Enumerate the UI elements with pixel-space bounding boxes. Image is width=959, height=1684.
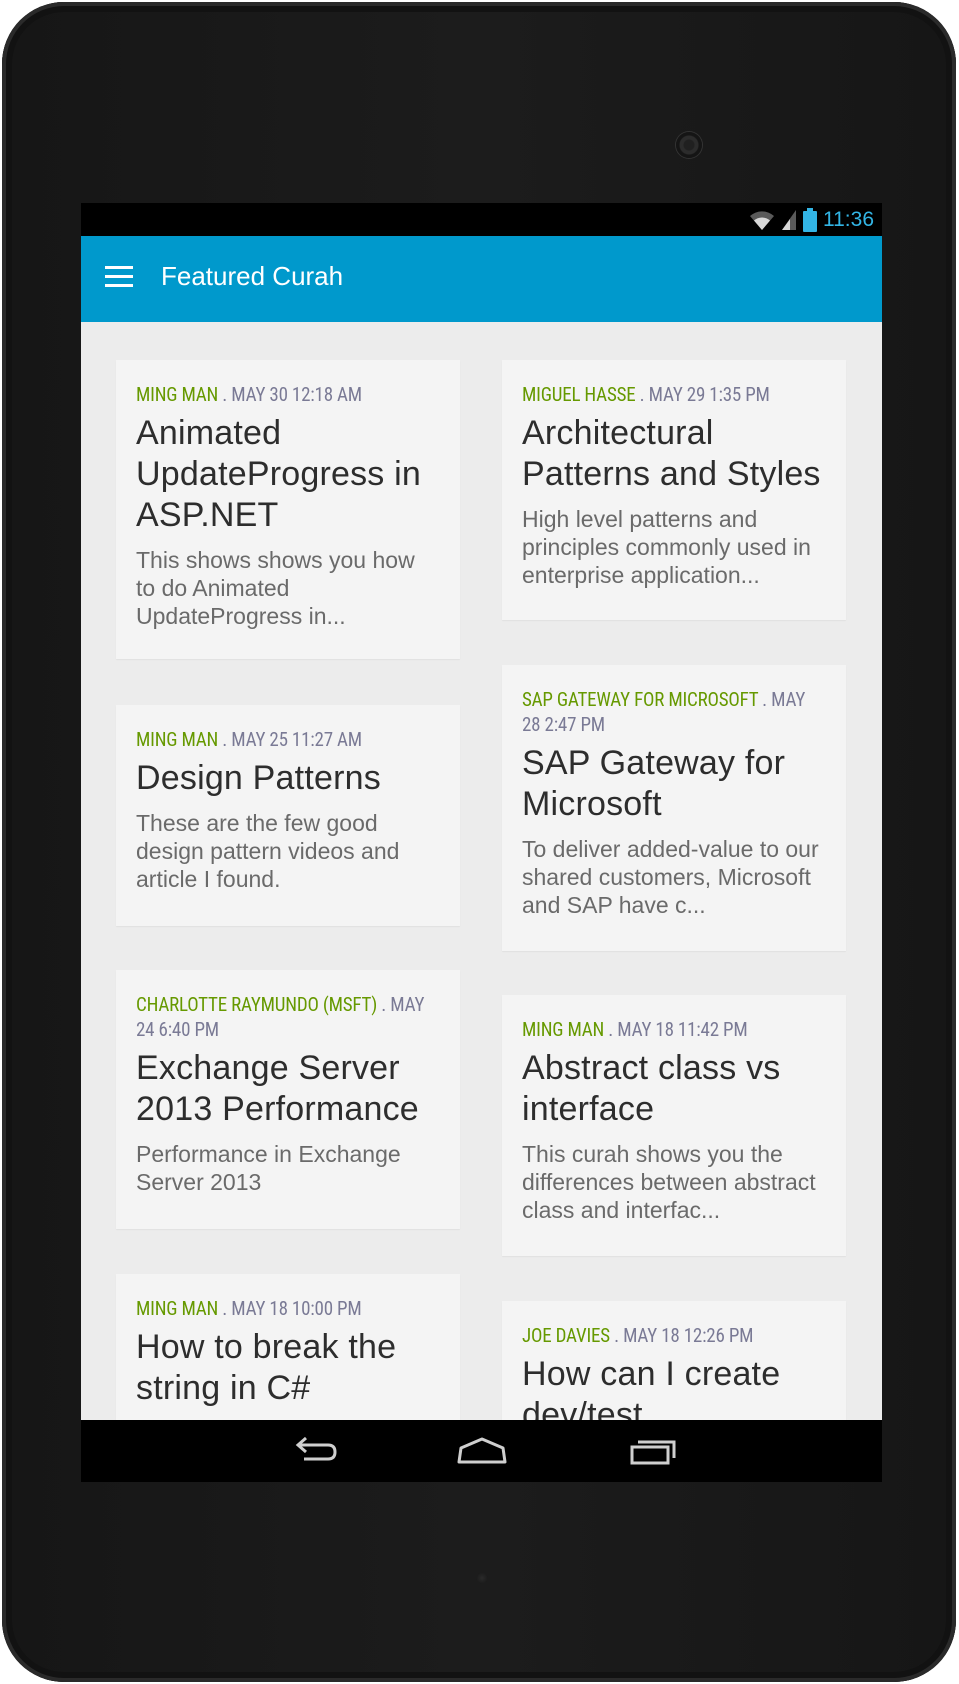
card-title: Abstract class vs interface <box>522 1049 781 1128</box>
meta-separator: . <box>758 688 772 711</box>
card-date: MAY 29 1:35 PM <box>648 383 770 406</box>
app-bar: Featured Curah <box>81 236 882 322</box>
status-icons: 11:36 <box>749 207 874 233</box>
card-description: To deliver added-value to our shared cus… <box>522 836 819 918</box>
battery-icon <box>803 208 817 232</box>
card-meta: SAP GATEWAY FOR MICROSOFT . MAY 28 2:47 … <box>522 687 826 737</box>
meta-separator: . <box>218 1297 232 1320</box>
card-meta: MING MAN . MAY 25 11:27 AM <box>136 727 440 752</box>
tablet-frame: 11:36 Featured Curah MING MAN . MAY 30 1… <box>2 2 956 1682</box>
hamburger-menu-icon[interactable] <box>105 266 133 288</box>
navigation-bar <box>81 1420 882 1482</box>
card-grid[interactable]: MING MAN . MAY 30 12:18 AM Animated Upda… <box>81 322 882 1420</box>
back-icon[interactable] <box>286 1434 338 1468</box>
signal-icon <box>782 210 796 230</box>
card-author[interactable]: MING MAN <box>136 1297 218 1320</box>
card-date: MAY 30 12:18 AM <box>231 383 362 406</box>
meta-separator: . <box>609 1324 624 1347</box>
recents-icon[interactable] <box>628 1434 680 1468</box>
card-author[interactable]: JOE DAVIES <box>522 1324 610 1347</box>
screen: 11:36 Featured Curah MING MAN . MAY 30 1… <box>81 203 882 1482</box>
curah-card[interactable]: MING MAN . MAY 25 11:27 AM Design Patter… <box>116 705 460 926</box>
app-title: Featured Curah <box>161 261 344 291</box>
curah-card[interactable]: MING MAN . MAY 18 10:00 PM How to break … <box>116 1274 460 1420</box>
card-date: MAY 18 11:42 PM <box>617 1018 748 1041</box>
card-description: High level patterns and principles commo… <box>522 506 811 588</box>
curah-card[interactable]: MING MAN . MAY 30 12:18 AM Animated Upda… <box>116 360 460 659</box>
card-title: SAP Gateway for Microsoft <box>522 744 786 823</box>
card-date: MAY 18 10:00 PM <box>231 1297 362 1320</box>
status-bar: 11:36 <box>81 203 882 236</box>
status-time: 11:36 <box>823 208 874 231</box>
card-meta: MING MAN . MAY 30 12:18 AM <box>136 382 440 407</box>
meta-separator: . <box>635 383 649 406</box>
card-date: MAY 18 12:26 PM <box>623 1324 754 1347</box>
card-meta: MING MAN . MAY 18 11:42 PM <box>522 1017 826 1042</box>
card-meta: MING MAN . MAY 18 10:00 PM <box>136 1296 440 1321</box>
wifi-icon <box>750 211 774 230</box>
home-icon[interactable] <box>456 1434 508 1468</box>
front-camera <box>676 132 702 158</box>
curah-card[interactable]: SAP GATEWAY FOR MICROSOFT . MAY 28 2:47 … <box>502 665 846 951</box>
notification-led <box>476 1572 488 1584</box>
meta-separator: . <box>218 383 232 406</box>
card-author[interactable]: MING MAN <box>522 1018 604 1041</box>
meta-separator: . <box>377 993 391 1016</box>
card-title: How can I create dev/test <box>522 1355 781 1420</box>
card-title: How to break the string in C# <box>136 1328 397 1407</box>
meta-separator: . <box>604 1018 618 1041</box>
card-author[interactable]: SAP GATEWAY FOR MICROSOFT <box>522 688 758 711</box>
card-title: Exchange Server 2013 Performance <box>136 1049 419 1128</box>
card-description: Performance in Exchange Server 2013 <box>136 1141 401 1195</box>
curah-card[interactable]: CHARLOTTE RAYMUNDO (MSFT) . MAY 24 6:40 … <box>116 970 460 1229</box>
card-description: These are the few good design pattern vi… <box>136 810 400 892</box>
card-author[interactable]: MING MAN <box>136 728 218 751</box>
card-meta: MIGUEL HASSE . MAY 29 1:35 PM <box>522 382 826 407</box>
card-author[interactable]: MIGUEL HASSE <box>522 383 636 406</box>
card-title: Architectural Patterns and Styles <box>522 414 821 493</box>
card-title: Design Patterns <box>136 759 381 797</box>
card-date: MAY 25 11:27 AM <box>231 728 362 751</box>
card-description: This curah shows you the differences bet… <box>522 1141 816 1223</box>
card-meta: CHARLOTTE RAYMUNDO (MSFT) . MAY 24 6:40 … <box>136 992 440 1042</box>
card-author[interactable]: MING MAN <box>136 383 218 406</box>
meta-separator: . <box>218 728 232 751</box>
card-description: This shows shows you how to do Animated … <box>136 547 415 629</box>
card-title: Animated UpdateProgress in ASP.NET <box>136 414 421 534</box>
card-meta: JOE DAVIES . MAY 18 12:26 PM <box>522 1323 826 1348</box>
curah-card[interactable]: MIGUEL HASSE . MAY 29 1:35 PM Architectu… <box>502 360 846 620</box>
curah-card[interactable]: JOE DAVIES . MAY 18 12:26 PM How can I c… <box>502 1301 846 1420</box>
curah-card[interactable]: MING MAN . MAY 18 11:42 PM Abstract clas… <box>502 995 846 1256</box>
card-author[interactable]: CHARLOTTE RAYMUNDO (MSFT) <box>136 993 377 1016</box>
